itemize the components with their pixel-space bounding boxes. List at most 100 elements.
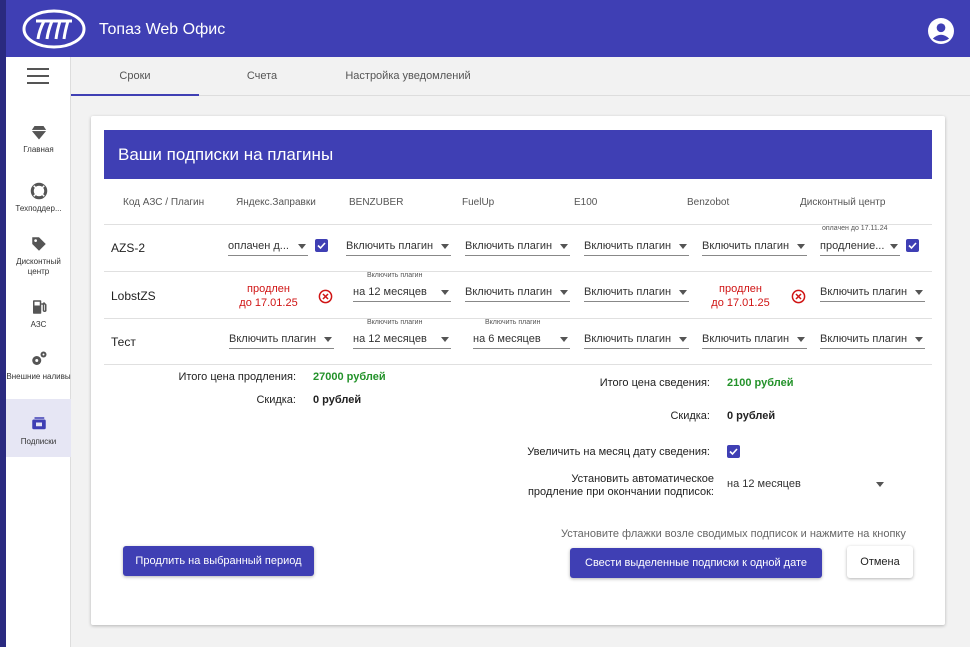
chevron-down-icon [560, 337, 568, 342]
column-header: Код АЗС / Плагин [123, 197, 205, 208]
tag-icon [31, 237, 46, 251]
column-header: Benzobot [687, 197, 730, 208]
benzuber-select[interactable]: на 12 месяцев [353, 330, 451, 349]
cancel-icon[interactable] [791, 289, 806, 304]
chevron-down-icon [560, 244, 568, 249]
chevron-down-icon [915, 337, 923, 342]
fuelup-select[interactable]: на 6 месяцев [473, 330, 570, 349]
sidebar-item-label: Техподдер... [15, 204, 62, 213]
column-header: FuelUp [462, 197, 495, 208]
sidebar-item-label: Дисконтный центр [16, 257, 61, 276]
divider [104, 224, 932, 225]
chevron-down-icon [679, 337, 687, 342]
extended-status: продлен до 17.01.25 [711, 283, 770, 309]
chevron-down-icon [679, 244, 687, 249]
chevron-down-icon [890, 244, 898, 249]
gears-icon [31, 351, 46, 365]
sidebar-item-azs[interactable]: АЗС [6, 298, 71, 356]
merge-discount-value: 0 рублей [727, 410, 776, 422]
row-name: LobstZS [111, 289, 156, 303]
merge-checkbox[interactable] [315, 239, 328, 252]
diamond-icon [31, 126, 46, 140]
sidebar-item-label: Внешние наливы [6, 372, 71, 381]
merge-checkbox[interactable] [906, 239, 919, 252]
sidebar-item-support[interactable]: Техподдер... [6, 182, 71, 240]
merge-hint: Установите флажки возле сводимых подписо… [561, 528, 906, 540]
account-icon[interactable] [928, 18, 954, 44]
sidebar-item-discount-center[interactable]: Дисконтный центр [6, 235, 71, 293]
extend-merge-label: Увеличить на месяц дату сведения: [527, 446, 710, 458]
cancel-icon[interactable] [318, 289, 333, 304]
subscriptions-card: Ваши подписки на плагины Код АЗС / Плаги… [91, 116, 945, 625]
sidebar-item-label: Главная [23, 145, 54, 154]
chevron-down-icon [441, 244, 449, 249]
row-name: AZS-2 [111, 241, 146, 255]
select-hint: Включить плагин [367, 272, 423, 279]
tab-invoices[interactable]: Счета [214, 57, 310, 96]
select-hint: Включить плагин [367, 319, 423, 326]
chevron-down-icon [797, 244, 805, 249]
tab-bar: Сроки Счета Настройка уведомлений [71, 57, 970, 96]
discount-label: Скидка: [256, 394, 296, 406]
column-header: Яндекс.Заправки [236, 197, 316, 208]
paid-until-note: оплачен до 17.11.24 [822, 225, 888, 232]
column-header: BENZUBER [349, 197, 404, 208]
tab-terms[interactable]: Сроки [71, 57, 199, 96]
e100-select[interactable]: Включить плагин [584, 330, 689, 349]
merge-total-label: Итого цена сведения: [599, 377, 710, 389]
benzobot-select[interactable]: Включить плагин [702, 330, 807, 349]
e100-select[interactable]: Включить плагин [584, 237, 689, 256]
benzuber-select[interactable]: на 12 месяцев [353, 283, 451, 302]
auto-renewal-label: Установить автоматическое продление при о… [527, 473, 714, 498]
chevron-down-icon [915, 290, 923, 295]
cancel-button[interactable]: Отмена [847, 546, 913, 578]
chevron-down-icon [298, 244, 306, 249]
chevron-down-icon [324, 337, 332, 342]
e100-select[interactable]: Включить плагин [584, 283, 689, 302]
sidebar-item-subscriptions[interactable]: Подписки [6, 399, 71, 457]
app-title: Топаз Web Офис [99, 21, 226, 38]
subscriptions-icon [31, 417, 46, 430]
row-name: Тест [111, 335, 136, 349]
renewal-total-value: 27000 рублей [313, 371, 386, 383]
chevron-down-icon [679, 290, 687, 295]
extended-status: продлен до 17.01.25 [239, 283, 298, 309]
lifebuoy-icon [30, 182, 47, 200]
sidebar-item-label: Подписки [20, 437, 57, 446]
chevron-down-icon [441, 290, 449, 295]
auto-renewal-select[interactable]: на 12 месяцев [727, 475, 886, 494]
discount-value: 0 рублей [313, 394, 362, 406]
sidebar-item-home[interactable]: Главная [6, 123, 71, 181]
sidebar: Главная Техподдер... Дисконтный центр АЗ… [0, 57, 71, 647]
renew-button[interactable]: Продлить на выбранный период [123, 546, 314, 576]
divider [104, 364, 932, 365]
divider [104, 271, 932, 272]
chevron-down-icon [876, 482, 884, 487]
fuel-pump-icon [32, 300, 46, 314]
app-bar: Топаз Web Офис [0, 0, 970, 57]
menu-icon[interactable] [27, 68, 49, 84]
sidebar-item-label: АЗС [30, 320, 47, 329]
column-header: E100 [574, 197, 598, 208]
renewal-total-label: Итого цена продления: [178, 371, 296, 383]
card-title: Ваши подписки на плагины [104, 130, 932, 179]
merge-button[interactable]: Свести выделенные подписки к одной дате [570, 548, 822, 578]
column-header: Дисконтный центр [800, 197, 886, 208]
merge-total-value: 2100 рублей [727, 377, 794, 389]
extend-merge-checkbox[interactable] [727, 445, 740, 458]
discount-select[interactable]: продление... [820, 237, 900, 256]
yandex-select[interactable]: Включить плагин [229, 330, 334, 349]
tab-notification-settings[interactable]: Настройка уведомлений [333, 57, 483, 96]
chevron-down-icon [797, 337, 805, 342]
merge-discount-label: Скидка: [670, 410, 710, 422]
chevron-down-icon [441, 337, 449, 342]
yandex-select[interactable]: оплачен д... [228, 237, 308, 256]
benzobot-select[interactable]: Включить плагин [702, 237, 807, 256]
benzuber-select[interactable]: Включить плагин [346, 237, 451, 256]
topaz-logo[interactable] [22, 9, 86, 49]
fuelup-select[interactable]: Включить плагин [465, 237, 570, 256]
discount-select[interactable]: Включить плагин [820, 330, 925, 349]
select-hint: Включить плагин [485, 319, 541, 326]
fuelup-select[interactable]: Включить плагин [465, 283, 570, 302]
discount-select[interactable]: Включить плагин [820, 283, 925, 302]
